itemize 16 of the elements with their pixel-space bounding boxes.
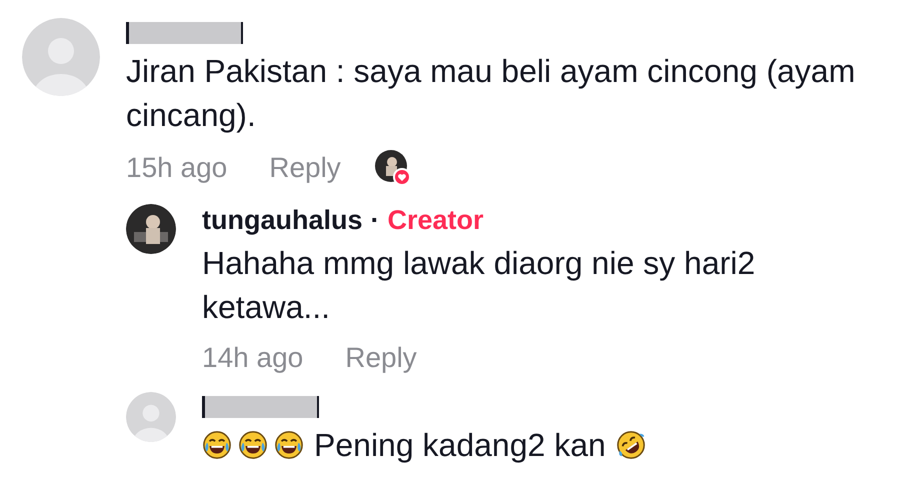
creator-label: Creator: [388, 204, 484, 236]
reply-link[interactable]: Reply: [345, 342, 417, 374]
laughing-tears-emoji-icon: [274, 430, 304, 460]
rolling-laughing-emoji-icon: [616, 430, 646, 460]
avatar-photo[interactable]: [126, 204, 176, 254]
laughing-tears-emoji-icon: [238, 430, 268, 460]
separator-dot: ·: [370, 204, 380, 236]
reply-link[interactable]: Reply: [269, 152, 341, 184]
comment-time: 14h ago: [202, 342, 304, 374]
comment-text: Jiran Pakistan : saya mau beli ayam cincong (ayam cincang).: [126, 53, 856, 133]
username[interactable]: tungauhalus: [202, 204, 362, 236]
comment-text: Hahaha mmg lawak diaorg nie sy hari2 ketawa...: [202, 245, 756, 325]
laughing-tears-emoji-icon: [202, 430, 232, 460]
avatar-silhouette[interactable]: [126, 392, 176, 442]
comment-text: Pening kadang2 kan: [314, 426, 606, 465]
comment-time: 15h ago: [126, 152, 228, 184]
